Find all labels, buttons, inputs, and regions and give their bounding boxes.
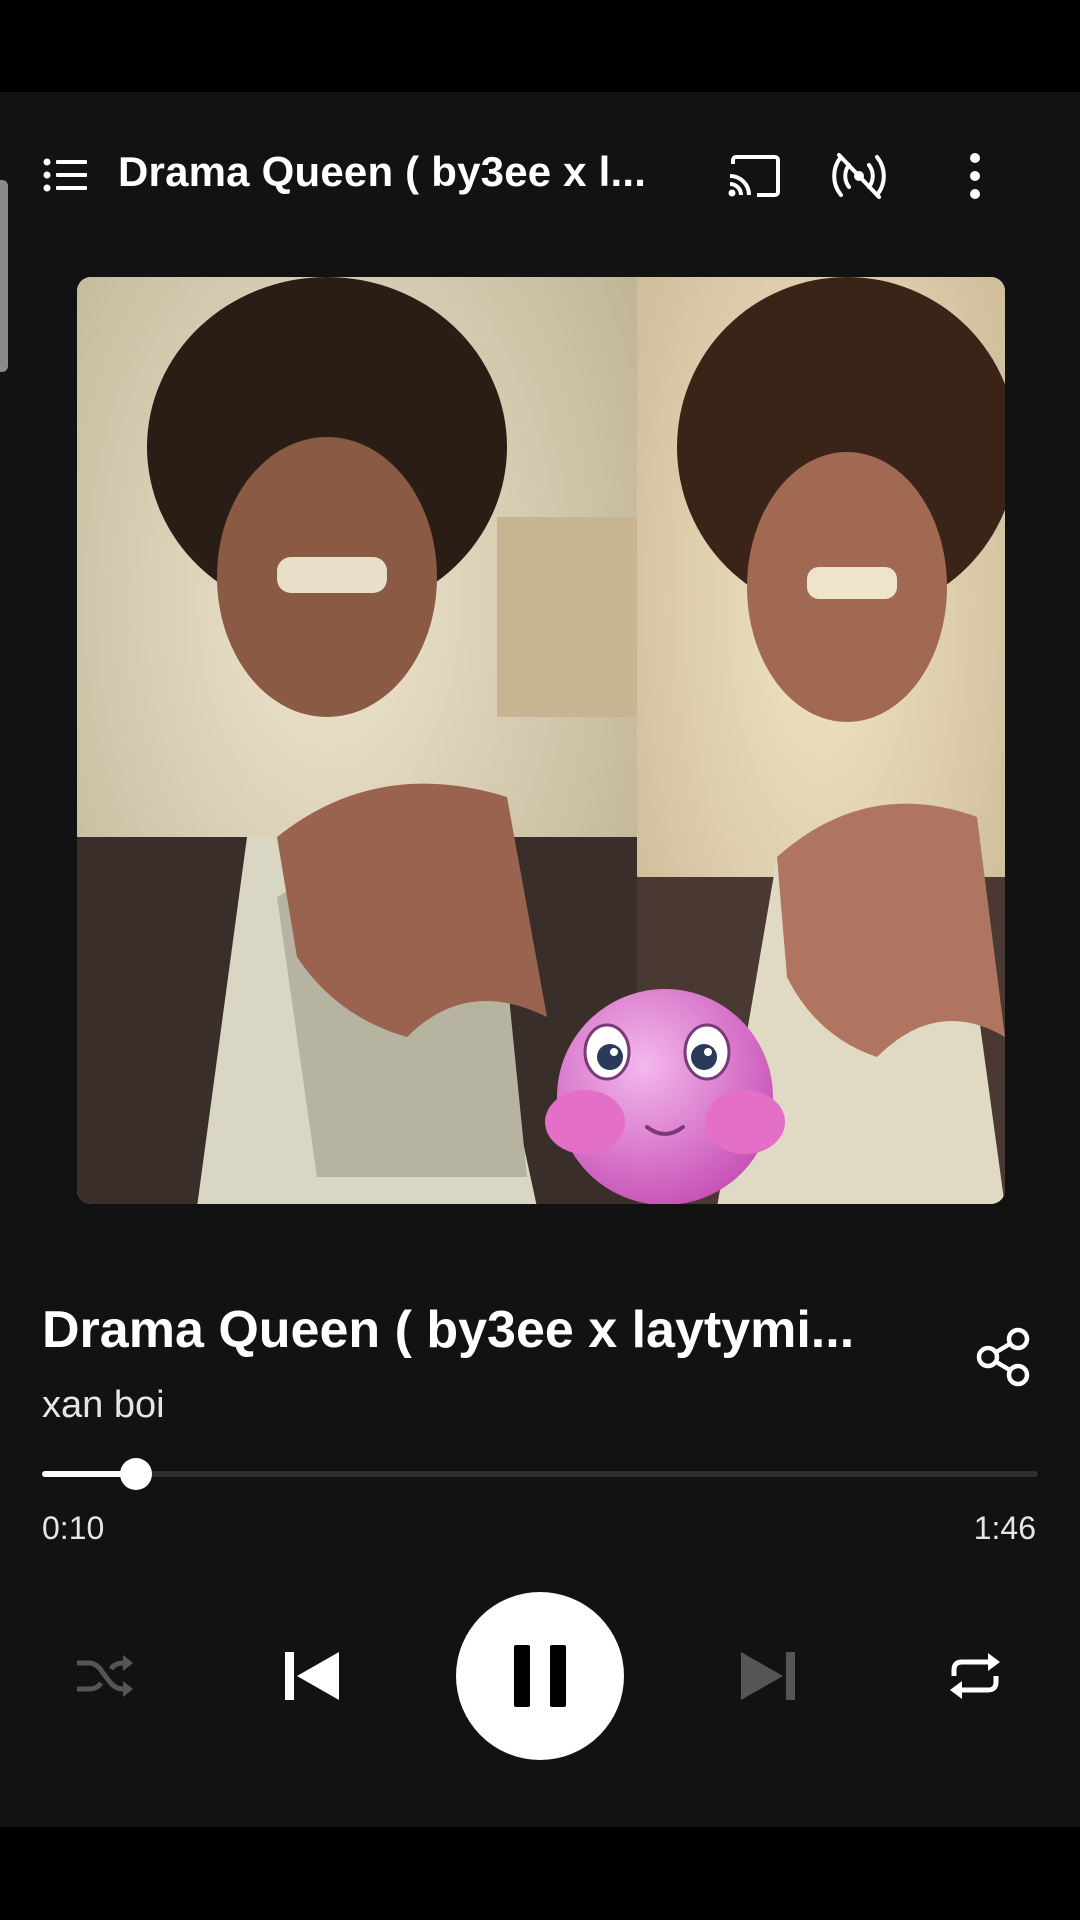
queue-button[interactable] (40, 150, 90, 200)
pause-button[interactable] (456, 1592, 624, 1760)
seek-bar-thumb[interactable] (120, 1458, 152, 1490)
pause-icon (514, 1645, 566, 1707)
skip-previous-button[interactable] (282, 1646, 342, 1706)
player-top-bar: Drama Queen ( by3ee x l... (0, 130, 1080, 218)
more-vert-icon (970, 153, 980, 199)
seek-bar[interactable] (42, 1456, 1038, 1492)
shuffle-button[interactable] (72, 1646, 138, 1706)
more-options-button[interactable] (960, 148, 990, 204)
album-art-image (77, 277, 1005, 1204)
wifi-off-button[interactable] (828, 146, 890, 206)
album-art (77, 277, 1005, 1204)
skip-previous-icon (285, 1652, 339, 1700)
skip-next-icon (741, 1652, 795, 1700)
seek-bar-track (42, 1471, 1038, 1477)
header-title: Drama Queen ( by3ee x l... (118, 148, 647, 195)
cast-icon (728, 155, 780, 197)
total-time: 1:46 (973, 1510, 1036, 1546)
wifi-off-icon (832, 153, 886, 199)
cast-button[interactable] (726, 148, 782, 204)
track-artist[interactable]: xan boi (42, 1384, 165, 1427)
repeat-button[interactable] (944, 1646, 1006, 1706)
queue-list-icon (43, 158, 87, 192)
repeat-icon (950, 1653, 1000, 1699)
share-icon (976, 1327, 1030, 1387)
status-bar (0, 0, 1080, 92)
shuffle-icon (77, 1655, 133, 1697)
navigation-bar (0, 1827, 1080, 1920)
track-title: Drama Queen ( by3ee x laytymi... (42, 1301, 855, 1359)
share-button[interactable] (972, 1326, 1034, 1388)
skip-next-button[interactable] (738, 1646, 798, 1706)
elapsed-time: 0:10 (42, 1510, 105, 1546)
